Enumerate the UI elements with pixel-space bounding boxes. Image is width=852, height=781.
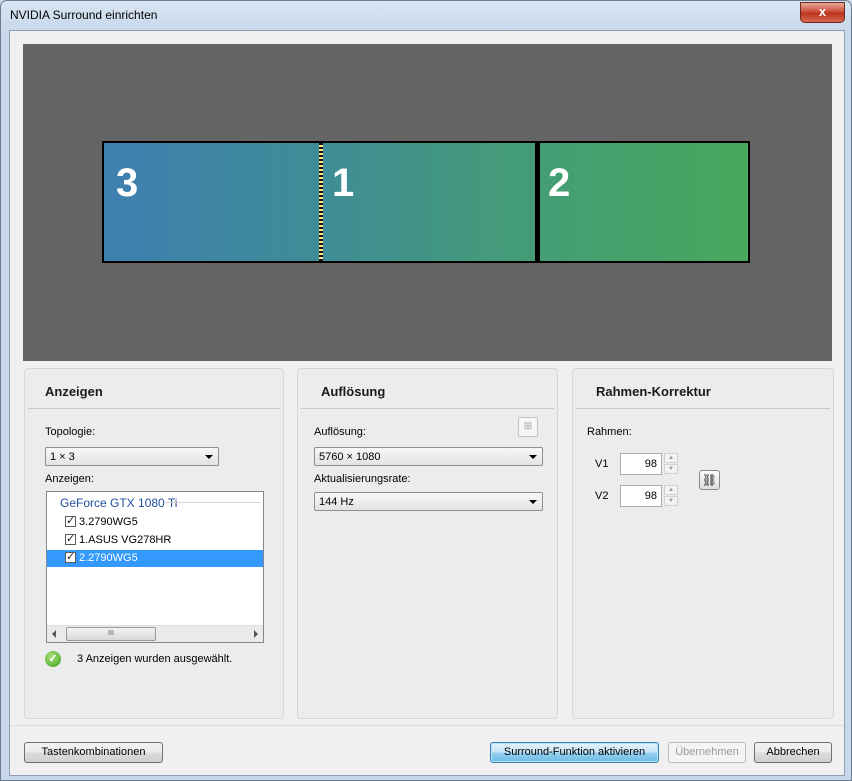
- display-checkbox[interactable]: [65, 550, 76, 563]
- v1-label: V1: [595, 458, 609, 470]
- aufloesung-panel: Auflösung ⊞ Auflösung: 5760 × 1080 Aktua…: [297, 368, 558, 719]
- v2-label: V2: [595, 490, 609, 502]
- screen-number: 3: [116, 161, 139, 205]
- topology-value: 1 × 3: [50, 451, 75, 463]
- bezel-handle[interactable]: [535, 143, 540, 261]
- surround-display-group[interactable]: 3 1 2: [102, 141, 750, 263]
- status-text: 3 Anzeigen wurden ausgewählt.: [77, 653, 233, 665]
- screen-number: 1: [332, 161, 355, 205]
- resolution-value: 5760 × 1080: [319, 451, 381, 463]
- scroll-right-icon[interactable]: [254, 630, 258, 638]
- resolution-select[interactable]: 5760 × 1080: [314, 447, 543, 466]
- v1-field[interactable]: 98: [620, 453, 662, 475]
- rahmen-label: Rahmen:: [587, 426, 632, 438]
- panel-title: Rahmen-Korrektur: [596, 384, 711, 399]
- horizontal-scrollbar[interactable]: III: [47, 625, 263, 642]
- display-checkbox[interactable]: [65, 514, 76, 527]
- surround-preview: 3 1 2: [23, 44, 832, 361]
- divider: [576, 408, 830, 409]
- dialog-client: 3 1 2 Anzeigen Topologie: 1 × 3 Anzeigen…: [9, 30, 845, 776]
- divider: [165, 502, 261, 503]
- increment-button[interactable]: ▲: [664, 485, 678, 495]
- scroll-thumb[interactable]: III: [66, 627, 156, 641]
- shortcuts-button[interactable]: Tastenkombinationen: [24, 742, 163, 763]
- chevron-down-icon: [529, 500, 537, 504]
- checkmark-icon: ✓: [45, 651, 61, 667]
- cancel-button[interactable]: Abbrechen: [754, 742, 832, 763]
- close-button[interactable]: x: [800, 2, 845, 23]
- divider: [28, 408, 280, 409]
- activate-surround-button[interactable]: Surround-Funktion aktivieren: [490, 742, 659, 763]
- displays-list[interactable]: GeForce GTX 1080 Ti 3.2790WG5 1.ASUS VG2…: [46, 491, 264, 643]
- divider: [10, 725, 844, 726]
- decrement-button[interactable]: ▼: [664, 496, 678, 506]
- refresh-value: 144 Hz: [319, 496, 354, 508]
- dialog-window: NVIDIA Surround einrichten x 3 1 2 Anzei…: [0, 0, 852, 781]
- v2-field[interactable]: 98: [620, 485, 662, 507]
- window-title: NVIDIA Surround einrichten: [10, 8, 158, 22]
- display-checkbox[interactable]: [65, 532, 76, 545]
- panel-title: Auflösung: [321, 384, 386, 399]
- rahmen-panel: Rahmen-Korrektur Rahmen: V1 98 ▲ ▼ V2 98…: [572, 368, 834, 719]
- link-icon[interactable]: ⛓: [699, 470, 720, 490]
- divider: [301, 408, 554, 409]
- topology-label: Topologie:: [45, 426, 96, 438]
- panel-title: Anzeigen: [45, 384, 103, 399]
- list-item[interactable]: 1.ASUS VG278HR: [47, 532, 263, 549]
- resolution-label: Auflösung:: [314, 426, 366, 438]
- display-label: 2.2790WG5: [79, 552, 138, 564]
- v1-stepper[interactable]: 98 ▲ ▼: [620, 453, 678, 475]
- anzeigen-panel: Anzeigen Topologie: 1 × 3 Anzeigen: GeFo…: [24, 368, 284, 719]
- apply-button[interactable]: Übernehmen: [668, 742, 746, 763]
- custom-resolution-icon[interactable]: ⊞: [518, 417, 538, 437]
- gpu-group-label: GeForce GTX 1080 Ti: [60, 496, 178, 510]
- refresh-rate-select[interactable]: 144 Hz: [314, 492, 543, 511]
- displays-label: Anzeigen:: [45, 473, 94, 485]
- scroll-left-icon[interactable]: [52, 630, 56, 638]
- decrement-button[interactable]: ▼: [664, 464, 678, 474]
- display-label: 3.2790WG5: [79, 516, 138, 528]
- chevron-down-icon: [529, 455, 537, 459]
- chevron-down-icon: [205, 455, 213, 459]
- list-item-selected[interactable]: 2.2790WG5: [47, 550, 263, 567]
- screen-number: 2: [548, 161, 571, 205]
- bezel-handle-selected[interactable]: [319, 143, 323, 261]
- increment-button[interactable]: ▲: [664, 453, 678, 463]
- display-label: 1.ASUS VG278HR: [79, 534, 172, 546]
- list-item[interactable]: 3.2790WG5: [47, 514, 263, 531]
- refresh-label: Aktualisierungsrate:: [314, 473, 411, 485]
- topology-select[interactable]: 1 × 3: [45, 447, 219, 466]
- v2-stepper[interactable]: 98 ▲ ▼: [620, 485, 678, 507]
